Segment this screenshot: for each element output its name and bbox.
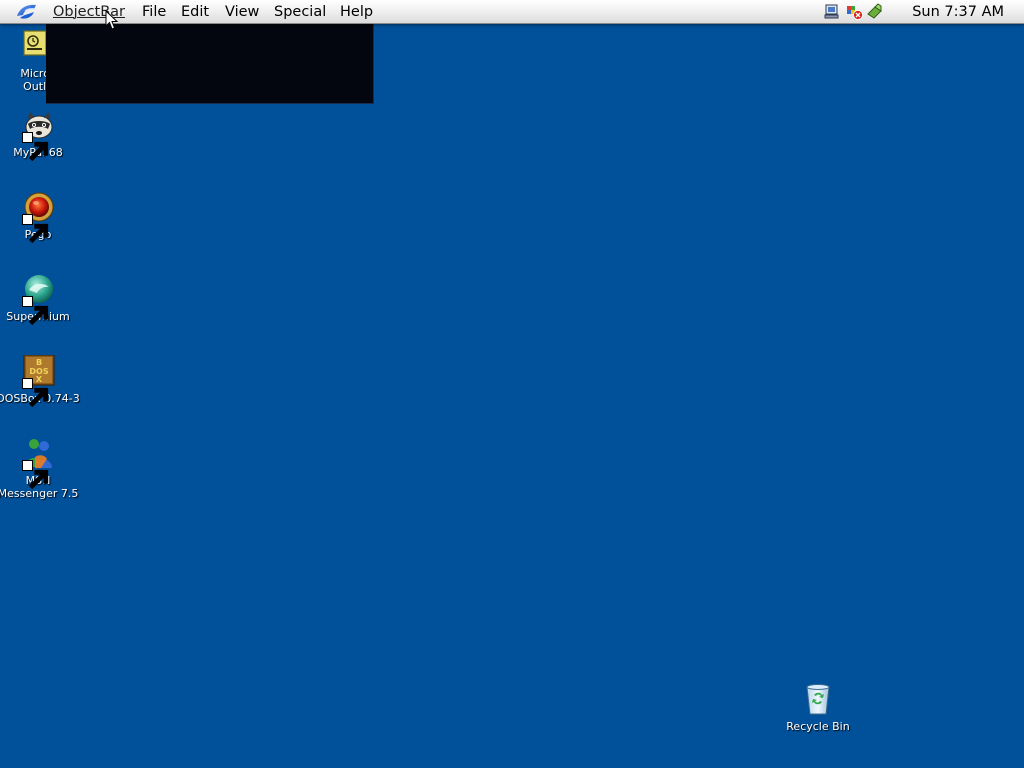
shortcut-arrow-icon (22, 460, 49, 490)
apple-menu-icon[interactable] (14, 2, 40, 21)
recycle-bin-icon (801, 683, 835, 717)
desktop-icon-recycle-bin[interactable]: Recycle Bin (776, 683, 860, 733)
dosbox-icon: B DOS X (21, 355, 55, 408)
menu-clock[interactable]: Sun 7:37 AM (912, 3, 1004, 21)
menu-help[interactable]: Help (340, 3, 373, 21)
menu-edit[interactable]: Edit (181, 3, 209, 21)
desktop-icon-mypal[interactable]: MyPal 68 (0, 109, 80, 162)
hardware-icon[interactable] (866, 3, 883, 20)
menu-view[interactable]: View (225, 3, 259, 21)
menu-file[interactable]: File (142, 3, 166, 21)
svg-text:B: B (36, 358, 42, 367)
menu-bar: ObjectBar File Edit View Special Help Su… (0, 0, 1024, 24)
desktop-icon-dosbox[interactable]: B DOS X DOSBox 0.74-3 (0, 355, 80, 408)
raccoon-icon (21, 109, 55, 162)
network-icon[interactable] (824, 3, 841, 20)
menu-special[interactable]: Special (274, 3, 326, 21)
mouse-pointer-icon (105, 9, 119, 31)
shortcut-arrow-icon (22, 214, 49, 244)
desktop-icon-label: Recycle Bin (786, 720, 850, 733)
desktop-icon-msn[interactable]: MSN Messenger 7.5 (0, 437, 80, 500)
shortcut-arrow-icon (22, 296, 49, 326)
shortcut-arrow-icon (22, 132, 49, 162)
shortcut-arrow-icon (22, 378, 49, 408)
black-window-fragment[interactable] (46, 23, 374, 104)
msn-icon (21, 437, 55, 490)
red-orb-icon (21, 191, 55, 244)
desktop-icon-pego[interactable]: Pego (0, 191, 80, 244)
desktop-icon-supermium[interactable]: Supermium (0, 273, 80, 326)
security-alert-icon[interactable] (846, 3, 863, 20)
supermium-icon (21, 273, 55, 326)
